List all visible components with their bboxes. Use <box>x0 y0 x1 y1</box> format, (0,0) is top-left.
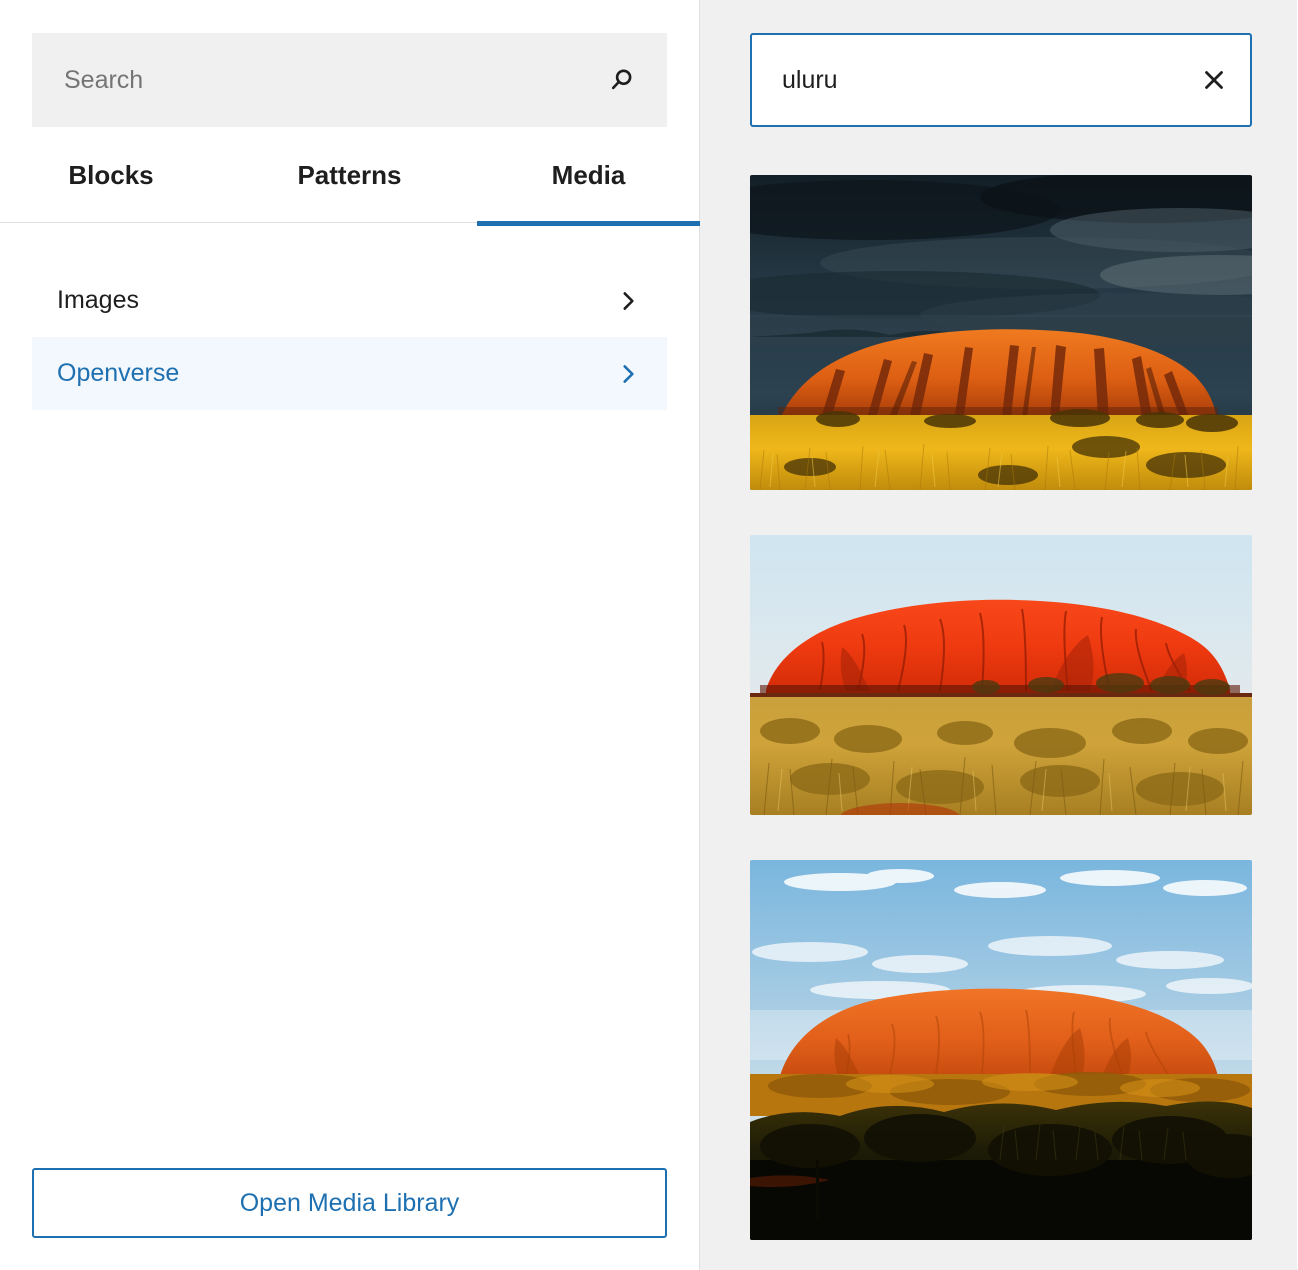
sidebar-item-openverse[interactable]: Openverse <box>32 337 667 410</box>
uluru-daylight-thumbnail <box>750 860 1252 1240</box>
media-category-list: Images Openverse <box>32 264 667 410</box>
chevron-right-icon <box>615 288 641 314</box>
uluru-storm-thumbnail <box>750 175 1252 490</box>
openverse-search-input[interactable] <box>752 35 1188 125</box>
media-result-item[interactable] <box>750 535 1252 815</box>
inserter-sidebar: Blocks Patterns Media Images Openverse <box>0 0 700 1270</box>
sidebar-item-label: Openverse <box>57 361 179 386</box>
media-result-item[interactable] <box>750 860 1252 1240</box>
sidebar-item-label: Images <box>57 288 139 313</box>
openverse-search <box>750 33 1252 127</box>
media-results-list <box>750 175 1252 1240</box>
inserter-media-panel: Blocks Patterns Media Images Openverse <box>0 0 1298 1270</box>
tab-media[interactable]: Media <box>477 147 700 223</box>
media-results-panel <box>700 0 1297 1270</box>
chevron-right-icon <box>615 361 641 387</box>
inserter-tabs: Blocks Patterns Media <box>0 147 700 223</box>
sidebar-item-images[interactable]: Images <box>32 264 667 337</box>
inserter-search <box>32 33 667 127</box>
tab-patterns[interactable]: Patterns <box>222 147 477 223</box>
media-result-item[interactable] <box>750 175 1252 490</box>
close-icon <box>1199 65 1229 95</box>
clear-search-button[interactable] <box>1188 35 1250 125</box>
open-media-library-button[interactable]: Open Media Library <box>32 1168 667 1238</box>
openverse-search-box <box>750 33 1252 127</box>
uluru-sunset-thumbnail <box>750 535 1252 815</box>
tab-blocks[interactable]: Blocks <box>0 147 222 223</box>
search-input[interactable] <box>32 33 667 127</box>
